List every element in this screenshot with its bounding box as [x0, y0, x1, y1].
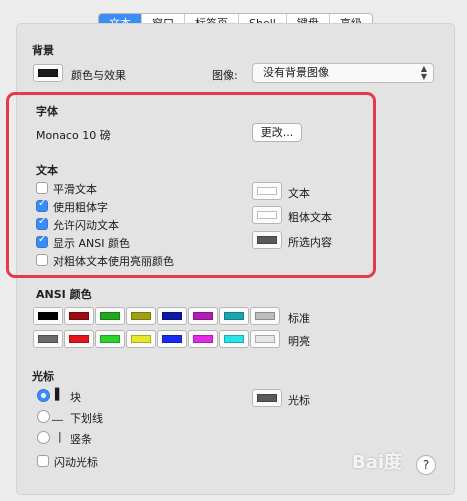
ansi-section-title: ANSI 颜色 [36, 288, 92, 301]
cursor-section-title: 光标 [32, 370, 54, 383]
ansi-bright-fill-1 [69, 335, 89, 343]
ansi-bright-swatch-1[interactable] [64, 330, 94, 348]
ansi-bright-swatch-5[interactable] [188, 330, 218, 348]
ansi-bright-swatch-3[interactable] [126, 330, 156, 348]
ansi-bright-fill-4 [162, 335, 182, 343]
cursor-color-fill [257, 394, 277, 402]
ansi-bright-swatch-2[interactable] [95, 330, 125, 348]
cursor-block-glyph: ▌ [55, 388, 64, 401]
ansi-normal-fill-5 [193, 312, 213, 320]
cursor-block-label: 块 [70, 391, 81, 404]
ansi-normal-fill-4 [162, 312, 182, 320]
ansi-bright-swatch-0[interactable] [33, 330, 63, 348]
ansi-bright-fill-6 [224, 335, 244, 343]
cursor-bar-glyph: | [58, 430, 62, 443]
ansi-normal-swatch-5[interactable] [188, 307, 218, 325]
ansi-bright-fill-7 [255, 335, 275, 343]
ansi-normal-fill-0 [38, 312, 58, 320]
background-color-swatch[interactable] [33, 64, 63, 82]
ansi-normal-swatch-0[interactable] [33, 307, 63, 325]
blink-cursor-label: 闪动光标 [54, 456, 98, 469]
blink-cursor-checkbox[interactable] [37, 455, 49, 467]
ansi-normal-fill-7 [255, 312, 275, 320]
cursor-block-radio[interactable] [37, 389, 50, 402]
ansi-normal-fill-1 [69, 312, 89, 320]
select-arrows-icon: ▲ ▼ [420, 64, 427, 81]
cursor-underline-glyph: __ [52, 408, 63, 421]
ansi-normal-swatch-2[interactable] [95, 307, 125, 325]
cursor-color-label: 光标 [288, 394, 310, 407]
background-image-value: 没有背景图像 [263, 66, 329, 79]
ansi-normal-fill-2 [100, 312, 120, 320]
cursor-color-swatch[interactable] [252, 389, 282, 407]
highlight-annotation-box [6, 92, 376, 278]
ansi-normal-fill-3 [131, 312, 151, 320]
ansi-bright-fill-2 [100, 335, 120, 343]
background-section-title: 背景 [32, 44, 54, 57]
ansi-bright-fill-5 [193, 335, 213, 343]
ansi-normal-swatch-4[interactable] [157, 307, 187, 325]
ansi-bright-swatch-4[interactable] [157, 330, 187, 348]
ansi-normal-swatch-3[interactable] [126, 307, 156, 325]
ansi-normal-swatch-1[interactable] [64, 307, 94, 325]
cursor-underline-radio[interactable] [37, 410, 50, 423]
background-color-fill [38, 69, 58, 77]
background-image-label: 图像: [212, 69, 238, 82]
ansi-normal-label: 标准 [288, 312, 310, 325]
ansi-bright-fill-0 [38, 335, 58, 343]
ansi-bright-swatch-6[interactable] [219, 330, 249, 348]
ansi-bright-label: 明亮 [288, 335, 310, 348]
ansi-normal-swatch-6[interactable] [219, 307, 249, 325]
cursor-underline-label: 下划线 [70, 412, 103, 425]
ansi-normal-swatch-7[interactable] [250, 307, 280, 325]
ansi-bright-fill-3 [131, 335, 151, 343]
ansi-bright-swatch-7[interactable] [250, 330, 280, 348]
help-button[interactable]: ? [416, 455, 436, 475]
color-effect-label: 颜色与效果 [71, 69, 126, 82]
baidu-watermark: Bai度 [352, 452, 403, 473]
ansi-normal-fill-6 [224, 312, 244, 320]
cursor-bar-label: 竖条 [70, 433, 92, 446]
background-image-select[interactable]: 没有背景图像 ▲ ▼ [252, 63, 434, 83]
cursor-bar-radio[interactable] [37, 431, 50, 444]
